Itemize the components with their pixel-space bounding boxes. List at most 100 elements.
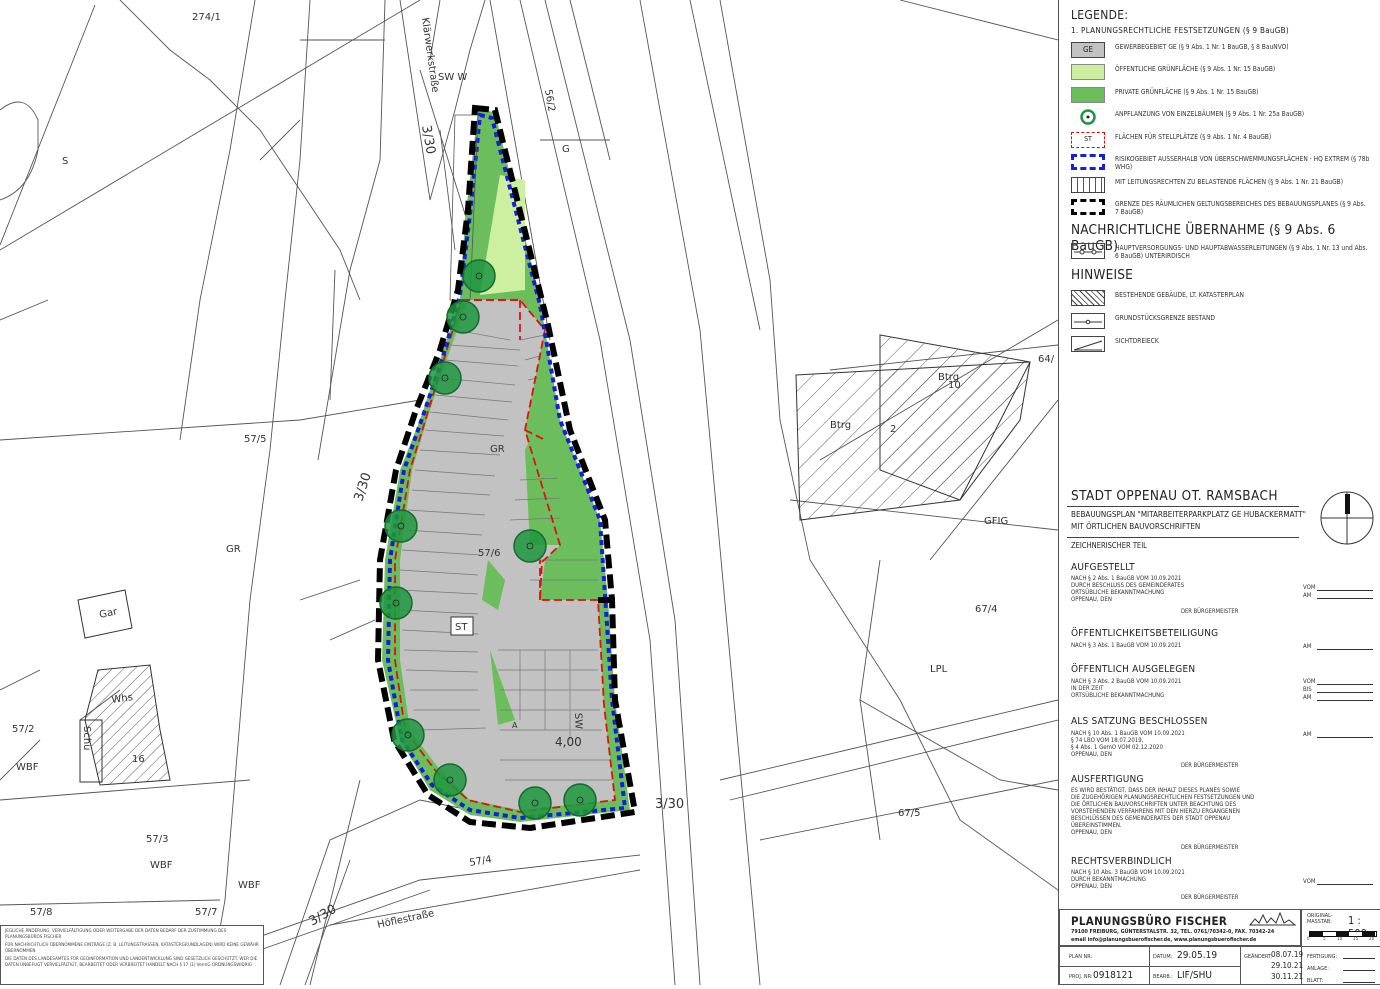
aufgestellt-text: NACH § 2 Abs. 1 BauGB VOM 10.09.2021 DURC…: [1071, 575, 1185, 603]
parcel-label: 16: [132, 754, 145, 765]
parcel-label: 57/5: [244, 434, 266, 445]
boundary-swatch: [1071, 199, 1105, 215]
legend-item-grenze: GRUNDSTÜCKSGRENZE BESTAND: [1071, 313, 1371, 331]
tree-icon: [513, 529, 547, 563]
parcel-label: Btrg: [830, 420, 851, 431]
scale-tick: 0: [1307, 937, 1310, 942]
project-sub: MIT ÖRTLICHEN BAUVORSCHRIFTEN: [1071, 522, 1201, 531]
parcel-label: Schu: [81, 726, 92, 751]
project-city: STADT OPPENAU OT. RAMSBACH: [1071, 488, 1278, 504]
parcel-label: 10: [948, 380, 961, 391]
parcel-label: WBF: [150, 860, 173, 871]
legend-item-leitungen: HAUPTVERSORGUNGS- UND HAUPTABWASSERLEITU…: [1071, 243, 1371, 261]
datum-label: DATUM:: [1153, 954, 1173, 960]
parcel-label: 67/5: [898, 808, 920, 819]
oeffentlichkeit-title: ÖFFENTLICHKEITSBETEILIGUNG: [1071, 628, 1219, 639]
buildings-swatch: [1071, 290, 1105, 306]
project-part: ZEICHNERISCHER TEIL: [1071, 541, 1147, 550]
parking-swatch: ST: [1071, 132, 1105, 148]
tree-icon: [462, 259, 496, 293]
north-arrow-icon: [1319, 490, 1375, 550]
legend-text: ÖFFENTLICHE GRÜNFLÄCHE (§ 9 Abs. 1 Nr. 1…: [1115, 65, 1276, 73]
satzung-title: ALS SATZUNG BESCHLOSSEN: [1071, 716, 1208, 727]
signature-label: DER BÜRGERMEISTER: [1181, 845, 1239, 851]
road-width-label: 3/30: [352, 471, 375, 503]
parcel-label: WBF: [16, 762, 39, 773]
parcel-label: GFIG: [984, 516, 1008, 527]
parcel-label: 57/6: [478, 548, 500, 559]
parcel-label: 67/4: [975, 604, 997, 615]
proj-nr-label: PROJ. NR:: [1069, 974, 1093, 980]
grenze-swatch: [1071, 313, 1105, 329]
legend-item-sichtdreieck: SICHTDREIECK: [1071, 336, 1371, 354]
road-width-label: 3/30: [655, 797, 684, 812]
ausgelegen-title: ÖFFENTLICH AUSGELEGEN: [1071, 664, 1196, 675]
private-green-swatch: [1071, 87, 1105, 103]
office-address: 79100 FREIBURG, GÜNTERSTALSTR. 32, TEL. …: [1071, 929, 1275, 935]
project-plan: BEBAUUNGSPLAN "MITARBEITERPARKPLATZ GE H…: [1071, 510, 1306, 519]
office-name: PLANUNGSBÜRO FISCHER: [1071, 914, 1228, 928]
tree-icon: [518, 786, 552, 820]
ausgelegen-text: NACH § 3 Abs. 2 BauGB VOM 10.09.2021 IN D…: [1071, 678, 1182, 699]
disclaimer-text: DIE DATEN DES LANDESAMTES FÜR GEOINFORMA…: [5, 957, 258, 968]
road-width-label: 3/30: [418, 124, 438, 155]
legend-text: RISIKOGEBIET AUSSERHALB VON ÜBERSCHWEMMU…: [1115, 155, 1370, 171]
office-logo-icon: [1248, 911, 1297, 931]
rechtsverbindlich-title: RECHTSVERBINDLICH: [1071, 856, 1172, 867]
geaendert-value: 30.11.21: [1271, 972, 1304, 981]
ge-swatch: GE: [1071, 42, 1105, 58]
disclaimer-text: JEGLICHE ÄNDERUNG, VERVIELFÄLTIGUNG ODER…: [5, 929, 227, 940]
legend-item-trees: ANPFLANZUNG VON EINZELBÄUMEN (§ 9 Abs. 1…: [1071, 109, 1371, 127]
legend-panel: LEGENDE: 1. PLANUNGSRECHTLICHE FESTSETZU…: [1058, 0, 1380, 985]
tree-icon: [428, 361, 462, 395]
sw-label: SW W: [438, 72, 467, 83]
tree-icon: [1071, 109, 1105, 125]
proj-nr-value: 0918121: [1093, 970, 1134, 981]
legend-text: SICHTDREIECK: [1115, 337, 1159, 345]
legend-section-title: 1. PLANUNGSRECHTLICHE FESTSETZUNGEN (§ 9…: [1071, 26, 1289, 35]
road-width-label: 3/30: [307, 902, 340, 930]
massstab-label: ORIGINAL- MASSTAB:: [1307, 913, 1333, 925]
legend-text: ANPFLANZUNG VON EINZELBÄUMEN (§ 9 Abs. 1…: [1115, 110, 1305, 118]
legend-text: GRUNDSTÜCKSGRENZE BESTAND: [1115, 314, 1215, 322]
plan-map: 274/1 56/2 G S 57/5 GR 57/2 WBF 57/3 WBF…: [0, 0, 1059, 986]
parcel-label: 57/3: [146, 834, 168, 845]
legend-text: GEWERBEGEBIET GE (§ 9 Abs. 1 Nr. 1 BauGB…: [1115, 43, 1289, 51]
tree-icon: [563, 783, 597, 817]
parcel-label: 274/1: [192, 12, 221, 23]
signature-label: DER BÜRGERMEISTER: [1181, 609, 1239, 615]
bearb-value: LIF/SHU: [1177, 970, 1212, 981]
parcel-label: 57/4: [469, 854, 493, 869]
blatt-label: BLATT:: [1307, 978, 1324, 984]
office-contact: email info@planungsbuerofischer.de, www.…: [1071, 937, 1257, 943]
parcel-label: LPL: [930, 664, 948, 675]
ausfertigung-title: AUSFERTIGUNG: [1071, 774, 1144, 785]
oeffentlichkeit-text: NACH § 3 Abs. 1 BauGB VOM 10.09.2021: [1071, 642, 1182, 649]
scale-bar: [1309, 931, 1377, 937]
sichtdreieck-swatch: [1071, 336, 1105, 352]
tree-icon: [446, 300, 480, 334]
aufgestellt-title: AUFGESTELLT: [1071, 562, 1135, 573]
ausfertigung-text: ES WIRD BESTÄTIGT, DASS DER INHALT DIESE…: [1071, 787, 1255, 836]
legend-text: PRIVATE GRÜNFLÄCHE (§ 9 Abs. 1 Nr. 15 Ba…: [1115, 88, 1259, 96]
legend-item-leitungsrecht: MIT LEITUNGSRECHTEN ZU BELASTENDE FLÄCHE…: [1071, 177, 1371, 195]
tree-icon: [433, 763, 467, 797]
anlage-label: ANLAGE:: [1307, 966, 1329, 972]
legend-text: BESTEHENDE GEBÄUDE, LT. KATASTERPLAN: [1115, 291, 1244, 299]
tree-icon: [379, 586, 413, 620]
ge-label: GR: [490, 444, 505, 455]
tree-icon: [391, 718, 425, 752]
fertigung-label: FERTIGUNG:: [1307, 954, 1338, 960]
scale-tick: 10: [1337, 937, 1343, 942]
scale-tick: 15: [1353, 937, 1359, 942]
parcel-label: 64/: [1038, 354, 1055, 365]
parcel-label: WBF: [238, 880, 261, 891]
parcel-label: G: [562, 144, 570, 155]
legend-item-public-green: ÖFFENTLICHE GRÜNFLÄCHE (§ 9 Abs. 1 Nr. 1…: [1071, 64, 1371, 82]
legend-item-parking: ST FLÄCHEN FÜR STELLPLÄTZE (§ 9 Abs. 1 N…: [1071, 132, 1371, 150]
plan-nr-label: PLAN NR:: [1069, 954, 1093, 960]
width-label: 4,00: [555, 735, 582, 749]
parcel-label: 57/7: [195, 907, 217, 918]
geaendert-value: 29.10.21: [1271, 961, 1304, 970]
parcel-label: 2: [890, 424, 896, 435]
